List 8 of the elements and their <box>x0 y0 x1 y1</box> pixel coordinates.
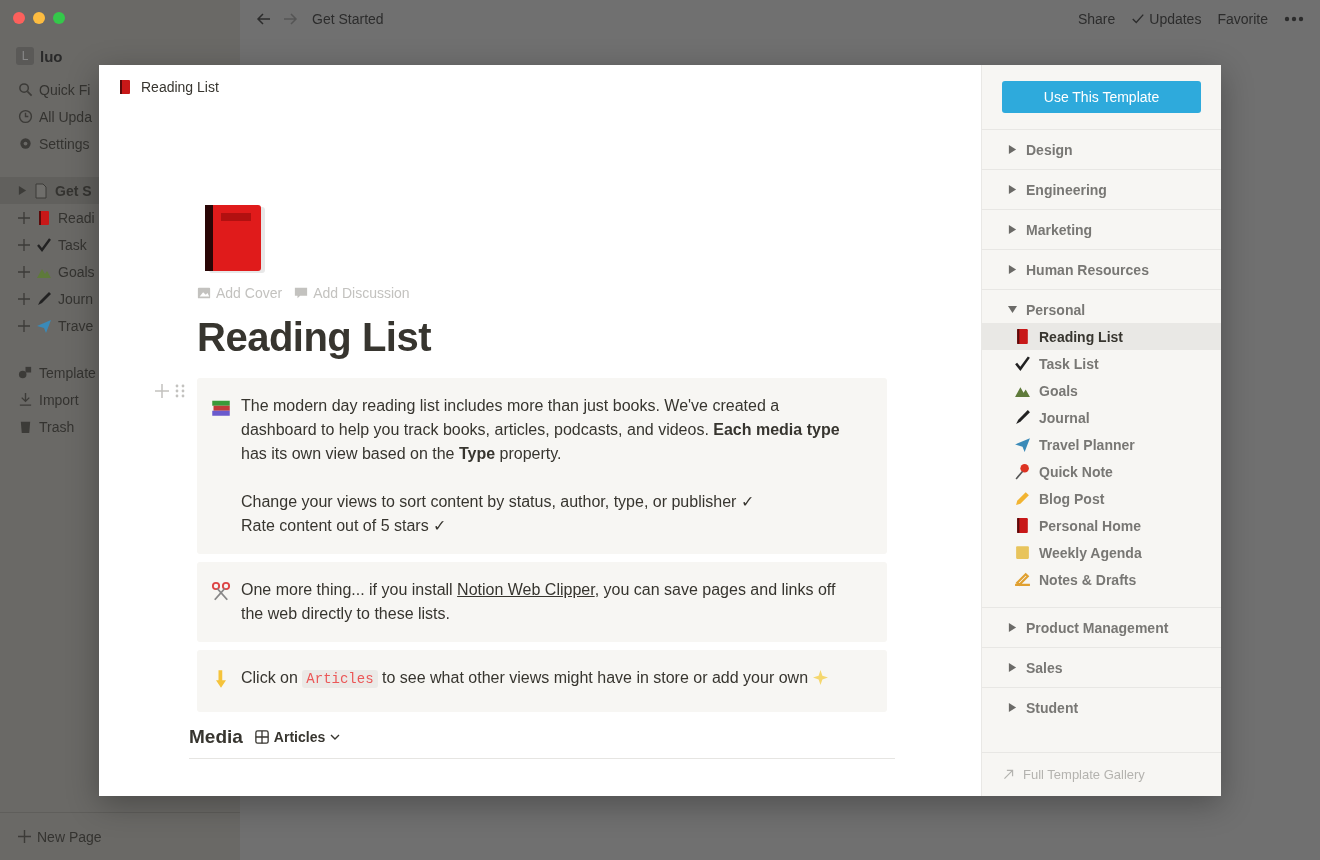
callout-text: One more thing... if you install Notion Web Clipper, you can save pages and links off the web directly to these lists. <box>241 580 837 624</box>
callout-text: Change your views to sort content by status, author, type, or publisher ✓ <box>241 492 755 512</box>
callout-text: Rate content out of 5 stars ✓ <box>241 516 448 536</box>
view-name-code: Articles <box>302 670 378 688</box>
callout-text: The modern day reading list includes more than just books. We've created a dashboard to help you track books, articles, podcasts, and videos. Each media type has its own view based on the Type property. <box>241 396 841 464</box>
database-title: Media <box>189 726 243 748</box>
page-title: Reading List <box>197 315 433 360</box>
callout-text: Click on Articles to see what other views might have in store or add your own <box>241 666 829 696</box>
